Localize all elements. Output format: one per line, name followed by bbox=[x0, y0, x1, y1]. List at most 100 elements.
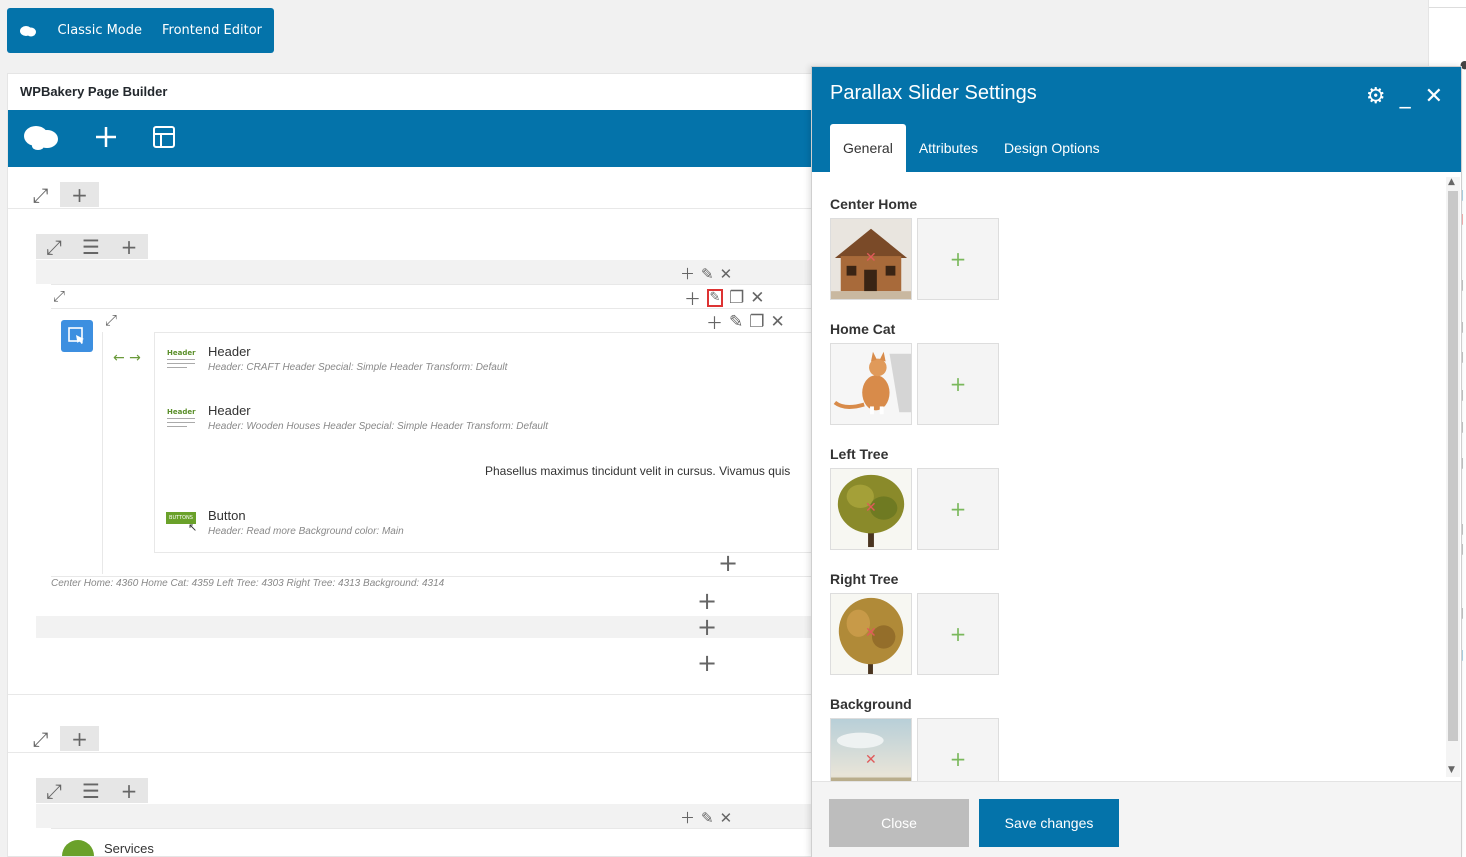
field-label: Left Tree bbox=[830, 446, 889, 462]
parallax-slider-settings-modal: Parallax Slider Settings ⚙ _ ✕ General A… bbox=[811, 66, 1462, 857]
arrows-icon: ← → bbox=[113, 350, 141, 366]
clone-icon[interactable]: ❐ bbox=[749, 312, 764, 332]
close-icon[interactable]: ✕ bbox=[1425, 84, 1443, 109]
page-builder-title: WPBakery Page Builder bbox=[20, 84, 168, 99]
column-controls: ＋ ✎ ✕ bbox=[680, 263, 732, 284]
tab-attributes[interactable]: Attributes bbox=[906, 124, 991, 172]
scrollbar-thumb[interactable] bbox=[1448, 191, 1458, 741]
inner-row-expand-icon[interactable]: ⤢ bbox=[36, 234, 72, 259]
inner-row-add-button[interactable]: + bbox=[110, 234, 148, 259]
button-element-icon: BUTTONS ↖ bbox=[166, 512, 197, 538]
row-drag-handle-icon[interactable]: ☰ bbox=[72, 778, 110, 803]
mode-bar: Classic Mode Frontend Editor bbox=[7, 8, 274, 53]
row-drag-handle-icon[interactable]: ☰ bbox=[72, 234, 110, 259]
remove-image-icon[interactable]: ✕ bbox=[865, 625, 877, 641]
add-icon[interactable]: ＋ bbox=[680, 263, 695, 284]
image-thumbnail[interactable] bbox=[830, 343, 912, 425]
classic-mode-link[interactable]: Classic Mode bbox=[50, 23, 155, 38]
templates-icon[interactable] bbox=[152, 125, 176, 153]
image-thumbnail[interactable]: ✕ bbox=[830, 468, 912, 550]
add-element-icon[interactable] bbox=[94, 125, 118, 153]
field-label: Right Tree bbox=[830, 571, 899, 587]
delete-icon[interactable]: ✕ bbox=[771, 312, 785, 332]
image-thumbnail[interactable]: ✕ bbox=[830, 593, 912, 675]
header-element-icon: Header bbox=[167, 349, 197, 375]
add-image-button[interactable]: + bbox=[917, 343, 999, 425]
add-element-icon[interactable]: + bbox=[697, 589, 717, 613]
edit-icon[interactable]: ✎ bbox=[701, 809, 714, 827]
edit-icon[interactable]: ✎ bbox=[701, 265, 714, 283]
row-expand-icon[interactable]: ⤢ bbox=[21, 726, 60, 751]
remove-image-icon[interactable]: ✕ bbox=[865, 752, 877, 768]
edit-icon[interactable]: ✎ bbox=[707, 288, 723, 307]
scroll-down-icon[interactable]: ▼ bbox=[1448, 765, 1455, 775]
modal-body: Center Home ✕ + Home Cat + Left Tree ✕ +… bbox=[812, 172, 1461, 781]
field-background: Background ✕ + bbox=[830, 696, 999, 781]
inner-row-controls: ⤢ ☰ + bbox=[36, 778, 148, 803]
builder-navbar bbox=[8, 110, 816, 167]
add-element-icon[interactable]: + bbox=[718, 551, 738, 575]
page-builder-panel: WPBakery Page Builder ⤢ + ⤢ ☰ + ＋ ✎ ✕ ⤢ … bbox=[7, 73, 817, 857]
scroll-up-icon[interactable]: ▲ bbox=[1448, 177, 1455, 187]
field-label: Background bbox=[830, 696, 912, 712]
slider-controls: ＋ ✎ ❐ ✕ bbox=[684, 285, 765, 311]
tab-general[interactable]: General bbox=[830, 124, 906, 172]
add-icon[interactable]: ＋ bbox=[684, 285, 701, 310]
add-icon[interactable]: ＋ bbox=[706, 309, 723, 334]
image-thumbnail[interactable]: ✕ bbox=[830, 718, 912, 781]
field-home-cat: Home Cat + bbox=[830, 321, 999, 425]
modal-title: Parallax Slider Settings bbox=[830, 82, 1037, 104]
save-changes-button[interactable]: Save changes bbox=[979, 799, 1119, 847]
field-label: Center Home bbox=[830, 196, 918, 212]
add-image-button[interactable]: + bbox=[917, 718, 999, 781]
header-element-icon: Header bbox=[167, 408, 197, 434]
slider-element-icon[interactable] bbox=[61, 320, 93, 352]
add-image-button[interactable]: + bbox=[917, 218, 999, 300]
header-element[interactable]: Header Header: CRAFT Header Special: Sim… bbox=[208, 344, 507, 373]
remove-image-icon[interactable]: ✕ bbox=[865, 250, 877, 266]
modal-tabs: General Attributes Design Options bbox=[830, 124, 1113, 172]
services-element-icon bbox=[62, 840, 94, 856]
element-expand-icon[interactable]: ⤢ bbox=[53, 286, 65, 305]
row-add-button[interactable]: + bbox=[60, 182, 99, 207]
add-row-icon[interactable]: + bbox=[697, 651, 717, 675]
delete-icon[interactable]: ✕ bbox=[750, 288, 764, 308]
minimize-icon[interactable]: _ bbox=[1400, 84, 1411, 109]
field-left-tree: Left Tree ✕ + bbox=[830, 446, 999, 550]
modal-header: Parallax Slider Settings ⚙ _ ✕ General A… bbox=[812, 67, 1461, 172]
remove-image-icon[interactable]: ✕ bbox=[865, 500, 877, 516]
tab-design-options[interactable]: Design Options bbox=[991, 124, 1113, 172]
gear-icon[interactable]: ⚙ bbox=[1366, 84, 1386, 109]
add-image-button[interactable]: + bbox=[917, 468, 999, 550]
inner-row-add-button[interactable]: + bbox=[110, 778, 148, 803]
inner-row-expand-icon[interactable]: ⤢ bbox=[36, 778, 72, 803]
wpbakery-logo-icon[interactable] bbox=[7, 24, 50, 38]
row-add-button[interactable]: + bbox=[60, 726, 99, 751]
row-controls: ⤢ + bbox=[21, 182, 99, 207]
services-element[interactable]: Services bbox=[104, 841, 154, 856]
field-right-tree: Right Tree ✕ + bbox=[830, 571, 999, 675]
inner-controls: ＋ ✎ ❐ ✕ bbox=[706, 309, 785, 335]
add-image-button[interactable]: + bbox=[917, 593, 999, 675]
row-controls: ⤢ + bbox=[21, 726, 99, 751]
inner-expand-icon[interactable]: ⤢ bbox=[105, 310, 117, 329]
field-label: Home Cat bbox=[830, 321, 896, 337]
text-block: Phasellus maximus tincidunt velit in cur… bbox=[485, 464, 791, 478]
modal-footer: Close Save changes bbox=[812, 781, 1461, 857]
delete-icon[interactable]: ✕ bbox=[720, 809, 733, 827]
row-expand-icon[interactable]: ⤢ bbox=[21, 182, 60, 207]
delete-icon[interactable]: ✕ bbox=[720, 265, 733, 283]
frontend-editor-link[interactable]: Frontend Editor bbox=[154, 23, 274, 38]
add-column-icon[interactable]: + bbox=[697, 615, 717, 639]
modal-scrollbar[interactable]: ▲ ▼ bbox=[1446, 177, 1460, 777]
edit-icon[interactable]: ✎ bbox=[729, 312, 743, 332]
button-element[interactable]: Button Header: Read more Background colo… bbox=[208, 508, 404, 537]
slider-meta: Center Home: 4360 Home Cat: 4359 Left Tr… bbox=[51, 578, 445, 589]
close-button[interactable]: Close bbox=[829, 799, 969, 847]
field-center-home: Center Home ✕ + bbox=[830, 196, 999, 300]
wpbakery-logo-icon[interactable] bbox=[22, 123, 60, 155]
add-icon[interactable]: ＋ bbox=[680, 807, 695, 828]
image-thumbnail[interactable]: ✕ bbox=[830, 218, 912, 300]
header-element[interactable]: Header Header: Wooden Houses Header Spec… bbox=[208, 403, 548, 432]
clone-icon[interactable]: ❐ bbox=[729, 288, 744, 308]
